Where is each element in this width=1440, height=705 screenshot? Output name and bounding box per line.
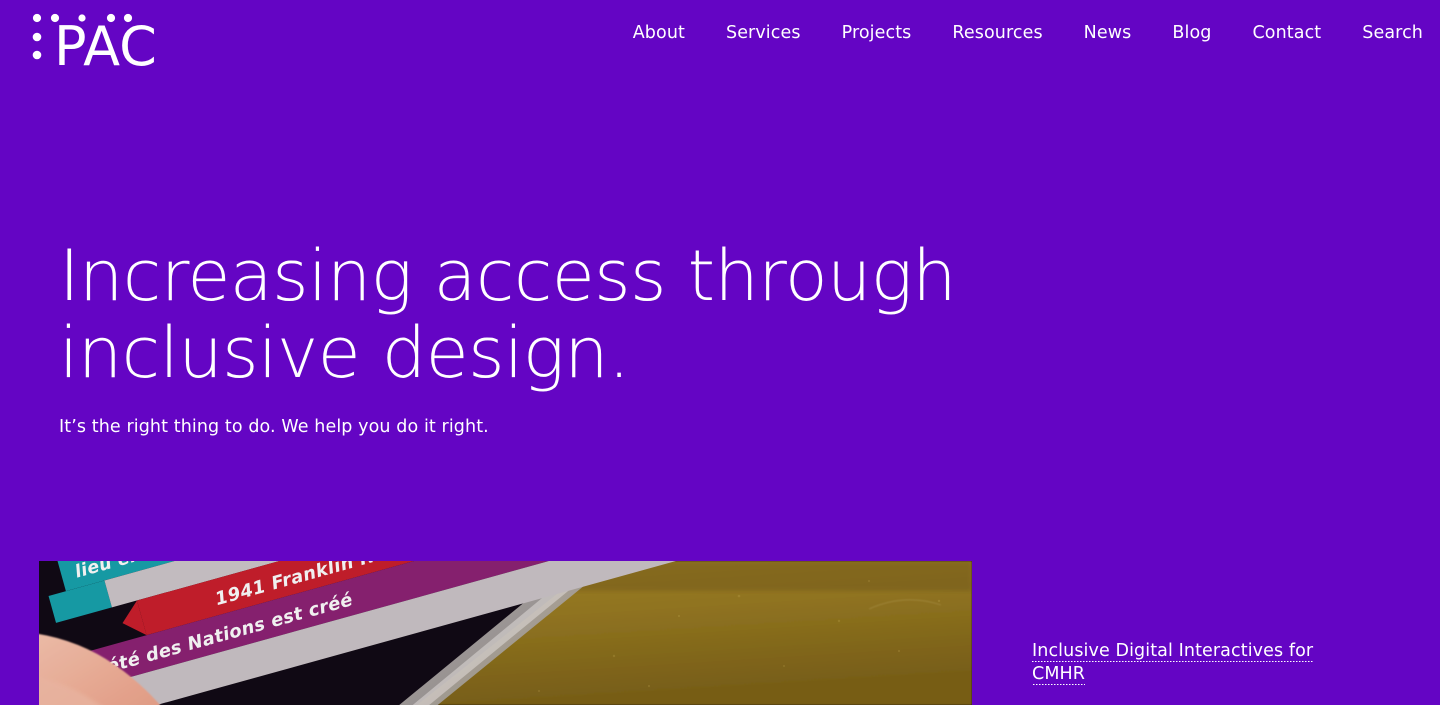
nav-item-about[interactable]: About <box>633 20 685 46</box>
main-navigation: About Services Projects Resources News B… <box>633 20 1432 46</box>
hero-section: Increasing access through inclusive desi… <box>0 0 1440 705</box>
hero-feature-image: des Pre lieu en Espagne et dans d’autres… <box>39 561 972 705</box>
nav-item-search[interactable]: Search <box>1362 20 1423 46</box>
braille-dots-logo-icon: PAC <box>32 13 157 70</box>
hero-subtitle: It’s the right thing to do. We help you … <box>59 417 489 437</box>
hero-feature-caption: Inclusive Digital Interactives for CMHR <box>1032 640 1332 687</box>
nav-item-blog[interactable]: Blog <box>1172 20 1211 46</box>
hero-copy: Increasing access through inclusive desi… <box>59 238 959 439</box>
site-header: PAC About Services Projects Resources Ne… <box>0 0 1440 82</box>
svg-text:PAC: PAC <box>54 15 157 70</box>
nav-item-projects[interactable]: Projects <box>842 20 912 46</box>
page-title: Increasing access through inclusive desi… <box>59 235 957 394</box>
site-logo[interactable]: PAC <box>26 8 176 70</box>
nav-item-services[interactable]: Services <box>726 20 801 46</box>
nav-item-contact[interactable]: Contact <box>1252 20 1321 46</box>
nav-item-resources[interactable]: Resources <box>952 20 1042 46</box>
nav-item-news[interactable]: News <box>1084 20 1132 46</box>
feature-project-link[interactable]: Inclusive Digital Interactives for CMHR <box>1032 641 1314 687</box>
feature-photo-illustration: des Pre lieu en Espagne et dans d’autres… <box>39 561 972 705</box>
